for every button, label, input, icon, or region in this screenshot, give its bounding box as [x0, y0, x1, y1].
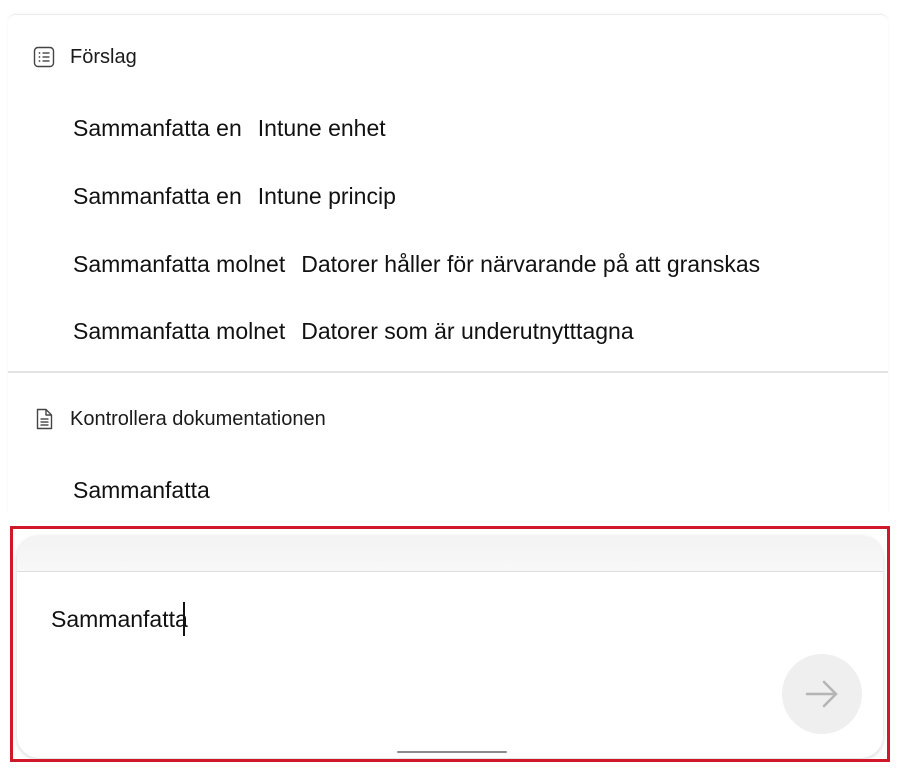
docs-item-label: Sammanfatta [73, 476, 210, 503]
docs-item[interactable]: Sammanfatta [73, 473, 210, 507]
suggestions-header: Förslag [32, 43, 137, 71]
suggestion-prefix: Sammanfatta molnet [73, 250, 286, 277]
suggestion-subject: Datorer håller för närvarande på att gra… [301, 250, 761, 277]
suggestion-subject: Intune princip [257, 182, 396, 209]
list-icon [33, 46, 55, 68]
suggestion-prefix: Sammanfatta en [73, 114, 242, 141]
suggestion-prefix: Sammanfatta en [73, 182, 242, 209]
suggestion-item[interactable]: Sammanfatta molnet Datorer som är underu… [73, 314, 634, 348]
suggestion-item[interactable]: Sammanfatta molnet Datorer håller för nä… [73, 247, 760, 281]
document-icon [36, 408, 53, 430]
docs-header: Kontrollera dokumentationen [32, 405, 326, 433]
suggestion-subject: Intune enhet [257, 114, 386, 141]
suggestion-subject: Datorer som är underutnytttagna [301, 317, 634, 344]
docs-title: Kontrollera dokumentationen [70, 407, 326, 430]
highlight-frame [10, 526, 890, 762]
suggestions-panel: Förslag Sammanfatta en Intune enhet Samm… [8, 14, 888, 514]
suggestion-item[interactable]: Sammanfatta en Intune princip [73, 179, 396, 213]
suggestion-item[interactable]: Sammanfatta en Intune enhet [73, 111, 386, 145]
section-divider [8, 371, 888, 373]
suggestions-title: Förslag [70, 45, 137, 68]
suggestion-prefix: Sammanfatta molnet [73, 317, 286, 344]
